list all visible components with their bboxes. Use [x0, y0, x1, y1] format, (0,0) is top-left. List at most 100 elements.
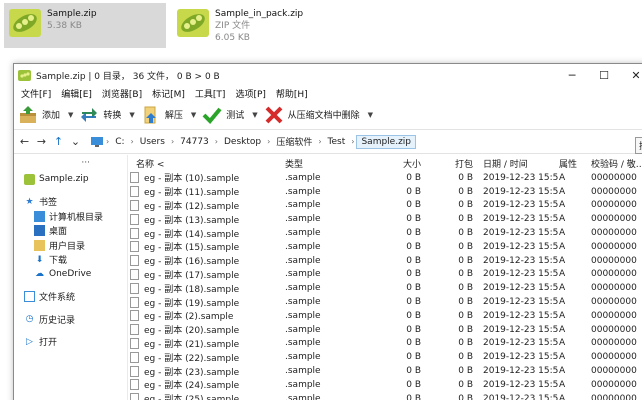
row-crc: 00000000: [591, 324, 637, 335]
table-row[interactable]: eg - 副本 (19).sample .sample 0 B 0 B 2019-12-…: [128, 295, 642, 309]
test-button[interactable]: 测试 ▼: [202, 101, 258, 129]
crumb-desktop[interactable]: Desktop: [220, 137, 265, 147]
chevron-down-icon[interactable]: ▼: [252, 111, 257, 119]
file-icon: [130, 213, 139, 225]
filesystem-icon: [24, 291, 35, 303]
up-button[interactable]: ↑: [50, 135, 67, 148]
column-header-size[interactable]: 大小: [375, 157, 427, 170]
table-row[interactable]: eg - 副本 (22).sample .sample 0 B 0 B 2019-12-…: [128, 350, 642, 364]
table-row[interactable]: eg - 副本 (14).sample .sample 0 B 0 B 2019-12-…: [128, 226, 642, 240]
row-packed: 0 B: [458, 379, 473, 390]
chevron-down-icon[interactable]: ▼: [191, 111, 196, 119]
table-row[interactable]: eg - 副本 (10).sample .sample 0 B 0 B 2019-12-…: [128, 171, 642, 185]
folder-icon: [34, 239, 45, 251]
crumb-separator-icon: ›: [214, 137, 218, 146]
crumb-user[interactable]: 74773: [176, 137, 213, 147]
sidebar-item-computer-root[interactable]: 计算机根目录: [14, 209, 127, 224]
column-header-name[interactable]: 名称 <: [128, 157, 285, 170]
menu-help[interactable]: 帮助[H]: [271, 87, 313, 100]
row-attr: A: [559, 172, 566, 183]
extract-button[interactable]: 解压 ▼: [141, 101, 196, 129]
delete-from-archive-button[interactable]: 从压缩文档中删除 ▼: [264, 101, 373, 129]
crumb-users[interactable]: Users: [136, 137, 169, 147]
maximize-button[interactable]: ☐: [588, 64, 620, 86]
column-header-type[interactable]: 类型: [285, 157, 375, 170]
desktop-file-sample-in-pack[interactable]: Sample_in_pack.zip ZIP 文件 6.05 KB: [172, 3, 322, 48]
sidebar-more[interactable]: ···: [14, 158, 127, 172]
row-attr: A: [559, 324, 566, 335]
sidebar-item-history[interactable]: ◷ 历史记录: [14, 312, 127, 327]
row-size: 0 B: [406, 324, 421, 335]
sidebar-item-downloads[interactable]: ⬇ 下载: [14, 253, 127, 268]
table-row[interactable]: eg - 副本 (21).sample .sample 0 B 0 B 2019-12-…: [128, 337, 642, 351]
column-header-packed[interactable]: 打包: [427, 157, 479, 170]
table-row[interactable]: eg - 副本 (11).sample .sample 0 B 0 B 2019-12-…: [128, 185, 642, 199]
chevron-down-icon[interactable]: ▼: [68, 111, 73, 119]
add-button[interactable]: 添加 ▼: [18, 101, 73, 129]
row-type: .sample: [285, 310, 321, 321]
crumb-archive[interactable]: Sample.zip: [356, 134, 417, 149]
row-type: .sample: [285, 241, 321, 252]
column-header-date[interactable]: 日期 / 时间: [479, 157, 559, 170]
menu-file[interactable]: 文件[F]: [16, 87, 56, 100]
table-row[interactable]: eg - 副本 (18).sample .sample 0 B 0 B 2019-12-…: [128, 281, 642, 295]
row-attr: A: [559, 379, 566, 390]
sidebar-item-user-dir[interactable]: 用户目录: [14, 238, 127, 253]
row-size: 0 B: [406, 310, 421, 321]
crumb-test[interactable]: Test: [324, 137, 350, 147]
sidebar-item-onedrive[interactable]: ☁ OneDrive: [14, 267, 127, 282]
column-header-crc[interactable]: 校验码 / 敬…: [591, 157, 641, 170]
convert-button[interactable]: 转换 ▼: [79, 101, 135, 129]
crumb-folder[interactable]: 压缩软件: [272, 135, 316, 148]
row-crc: 00000000: [591, 310, 637, 321]
file-icon: [130, 296, 139, 308]
row-crc: 00000000: [591, 393, 637, 400]
crumb-drive[interactable]: C:: [111, 137, 128, 147]
row-size: 0 B: [406, 297, 421, 308]
column-header-attr[interactable]: 属性: [559, 157, 591, 170]
row-packed: 0 B: [458, 228, 473, 239]
menu-browser[interactable]: 浏览器[B]: [97, 87, 147, 100]
chevron-down-icon[interactable]: ▼: [129, 111, 134, 119]
minimize-button[interactable]: ─: [556, 64, 588, 86]
table-row[interactable]: eg - 副本 (20).sample .sample 0 B 0 B 2019-12-…: [128, 323, 642, 337]
row-date: 2019-12-23 15:5…: [483, 283, 559, 294]
open-icon: ▷: [26, 336, 33, 347]
sidebar-item-filesystem[interactable]: 文件系统: [14, 290, 127, 305]
title-bar[interactable]: Sample.zip | 0 目录， 36 文件， 0 B > 0 B ─ ☐ …: [14, 64, 642, 86]
history-dropdown[interactable]: ⌄: [67, 135, 84, 148]
table-row[interactable]: eg - 副本 (23).sample .sample 0 B 0 B 2019-12-…: [128, 364, 642, 378]
table-row[interactable]: eg - 副本 (24).sample .sample 0 B 0 B 2019-12-…: [128, 378, 642, 392]
row-crc: 00000000: [591, 255, 637, 266]
peazip-window: Sample.zip | 0 目录， 36 文件， 0 B > 0 B ─ ☐ …: [13, 63, 642, 400]
row-name: eg - 副本 (21).sample: [128, 337, 285, 350]
sidebar-item-archive[interactable]: Sample.zip: [14, 172, 127, 187]
table-row[interactable]: eg - 副本 (13).sample .sample 0 B 0 B 2019-12-…: [128, 212, 642, 226]
row-type: .sample: [285, 366, 321, 377]
chevron-down-icon[interactable]: ▼: [368, 111, 373, 119]
table-row[interactable]: eg - 副本 (16).sample .sample 0 B 0 B 2019-12-…: [128, 254, 642, 268]
desktop-file-sample-zip[interactable]: Sample.zip 5.38 KB: [4, 3, 166, 48]
table-row[interactable]: eg - 副本 (17).sample .sample 0 B 0 B 2019-12-…: [128, 268, 642, 282]
menu-edit[interactable]: 编辑[E]: [56, 87, 97, 100]
sidebar-item-bookmarks[interactable]: ★ 书签: [14, 195, 127, 210]
row-name: eg - 副本 (15).sample: [128, 240, 285, 253]
forward-button[interactable]: →: [33, 135, 50, 148]
row-date: 2019-12-23 15:5…: [483, 172, 559, 183]
table-row[interactable]: eg - 副本 (12).sample .sample 0 B 0 B 2019-12-…: [128, 199, 642, 213]
file-icon: [130, 393, 139, 400]
sidebar-item-open[interactable]: ▷ 打开: [14, 335, 127, 350]
row-name: eg - 副本 (13).sample: [128, 213, 285, 226]
back-button[interactable]: ←: [16, 135, 33, 148]
table-row[interactable]: eg - 副本 (25).sample.sample 0 B 0 B 2019-12-…: [128, 392, 642, 400]
close-button[interactable]: ✕: [620, 64, 642, 86]
row-crc: 00000000: [591, 366, 637, 377]
table-row[interactable]: eg - 副本 (2).sample .sample 0 B 0 B 2019-12-2…: [128, 309, 642, 323]
menu-mark[interactable]: 标记[M]: [147, 87, 190, 100]
row-type: .sample: [285, 172, 321, 183]
menu-tools[interactable]: 工具[T]: [190, 87, 231, 100]
table-row[interactable]: eg - 副本 (15).sample .sample 0 B 0 B 2019-12-…: [128, 240, 642, 254]
menu-options[interactable]: 选项[P]: [230, 87, 270, 100]
file-icon: [130, 186, 139, 198]
sidebar-item-desktop[interactable]: 桌面: [14, 224, 127, 239]
